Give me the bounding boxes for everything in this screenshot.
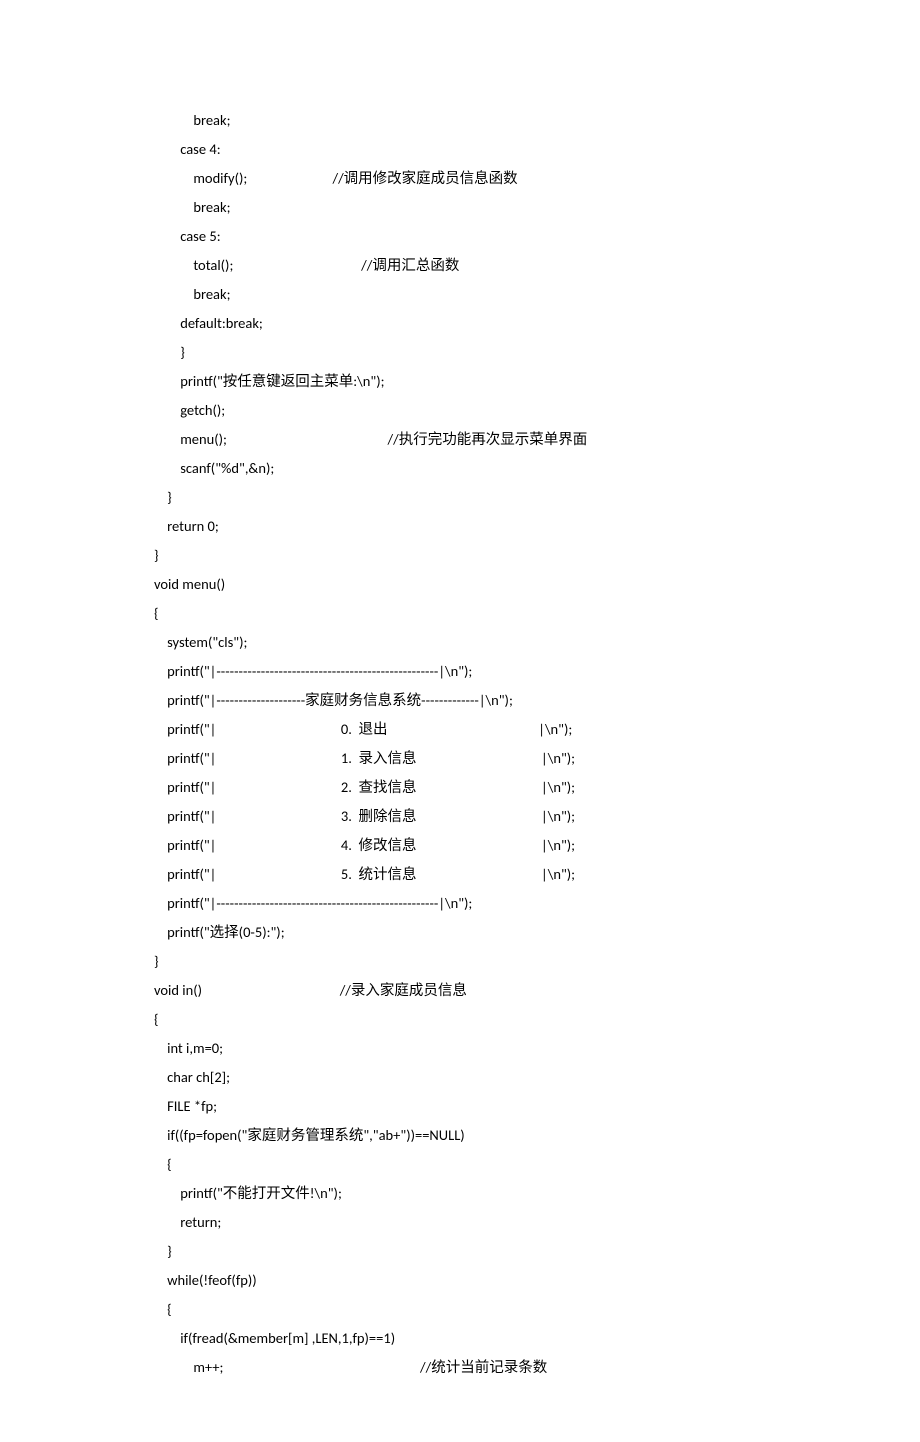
code-line: char ch[2]; [154, 1063, 864, 1092]
code-line: } [154, 1237, 864, 1266]
code-line: } [154, 338, 864, 367]
code-line: menu(); //执行完功能再次显示菜单界面 [154, 425, 864, 454]
code-line: scanf("%d",&n); [154, 454, 864, 483]
code-line: printf("| 4. 修改信息 |\n"); [154, 831, 864, 860]
code-line: return; [154, 1208, 864, 1237]
code-line: case 4: [154, 135, 864, 164]
code-line: printf("不能打开文件!\n"); [154, 1179, 864, 1208]
code-line: if(fread(&member[m] ,LEN,1,fp)==1) [154, 1324, 864, 1353]
code-line: while(!feof(fp)) [154, 1266, 864, 1295]
code-line: } [154, 483, 864, 512]
code-line: { [154, 1005, 864, 1034]
code-line: total(); //调用汇总函数 [154, 251, 864, 280]
code-line: break; [154, 193, 864, 222]
code-line: { [154, 1150, 864, 1179]
code-line: break; [154, 106, 864, 135]
code-line: printf("| 2. 查找信息 |\n"); [154, 773, 864, 802]
code-line: case 5: [154, 222, 864, 251]
code-line: system("cls"); [154, 628, 864, 657]
code-line: FILE *fp; [154, 1092, 864, 1121]
code-line: printf("选择(0-5):"); [154, 918, 864, 947]
code-line: printf("| 3. 删除信息 |\n"); [154, 802, 864, 831]
code-line: int i,m=0; [154, 1034, 864, 1063]
code-line: printf("| 1. 录入信息 |\n"); [154, 744, 864, 773]
code-line: printf("|-------------------------------… [154, 889, 864, 918]
code-line: void in() //录入家庭成员信息 [154, 976, 864, 1005]
code-line: printf("按任意键返回主菜单:\n"); [154, 367, 864, 396]
code-line: printf("|-------------------------------… [154, 657, 864, 686]
code-line: break; [154, 280, 864, 309]
code-line: m++; //统计当前记录条数 [154, 1353, 864, 1382]
code-line: return 0; [154, 512, 864, 541]
code-line: } [154, 541, 864, 570]
code-line: if((fp=fopen("家庭财务管理系统","ab+"))==NULL) [154, 1121, 864, 1150]
code-line: { [154, 1295, 864, 1324]
code-line: getch(); [154, 396, 864, 425]
code-document-page: break; case 4: modify(); //调用修改家庭成员信息函数 … [0, 0, 920, 1442]
code-line: printf("|--------------------家庭财务信息系统---… [154, 686, 864, 715]
code-line: void menu() [154, 570, 864, 599]
code-line: modify(); //调用修改家庭成员信息函数 [154, 164, 864, 193]
code-line: { [154, 599, 864, 628]
code-line: } [154, 947, 864, 976]
code-line: default:break; [154, 309, 864, 338]
code-line: printf("| 5. 统计信息 |\n"); [154, 860, 864, 889]
code-line: printf("| 0. 退出 |\n"); [154, 715, 864, 744]
